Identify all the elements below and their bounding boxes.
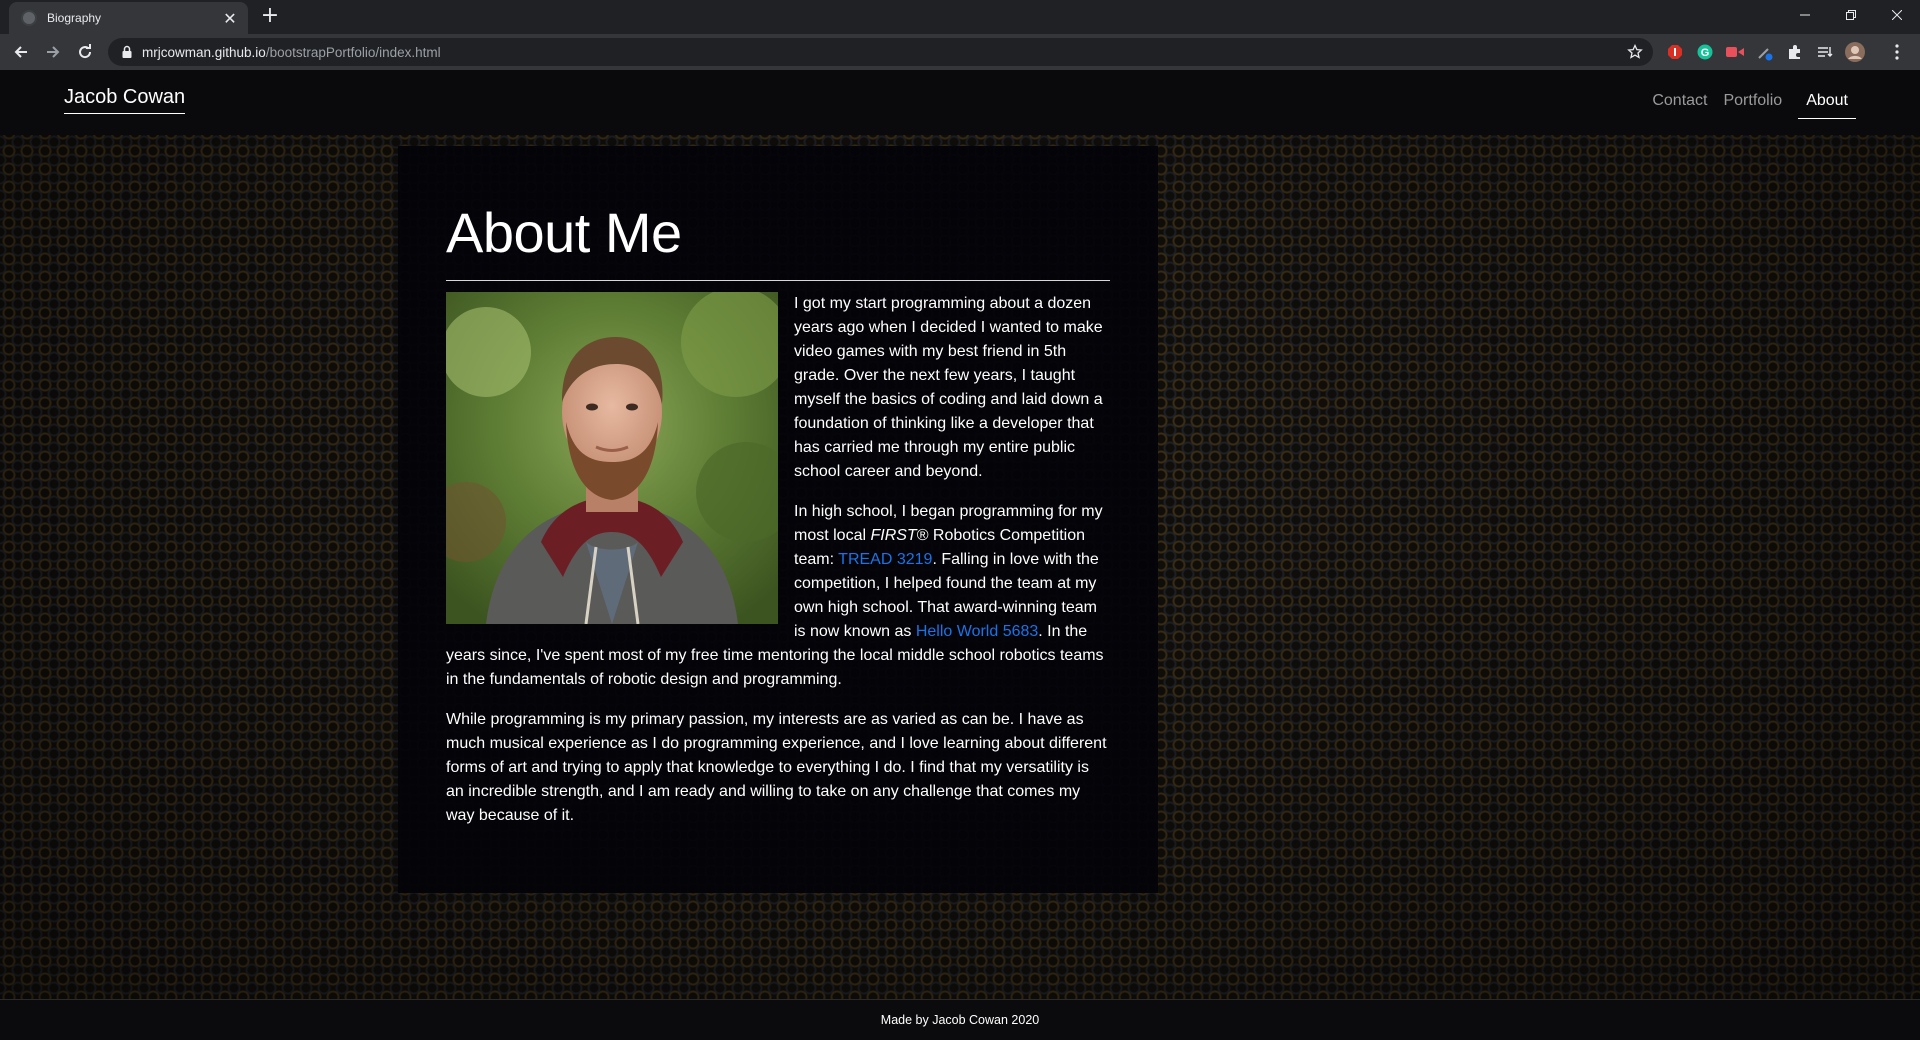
- forward-icon[interactable]: [40, 39, 66, 65]
- browser-tabstrip: Biography ✕ +: [0, 0, 1920, 34]
- about-content: I got my start programming about a dozen…: [446, 292, 1110, 844]
- screen-recorder-extension-icon[interactable]: [1725, 42, 1745, 62]
- bookmark-star-icon[interactable]: [1627, 44, 1643, 60]
- grammarly-extension-icon[interactable]: G: [1695, 42, 1715, 62]
- svg-text:G: G: [1701, 47, 1710, 59]
- nav-link-contact[interactable]: Contact: [1652, 92, 1707, 119]
- close-window-icon[interactable]: [1874, 0, 1920, 30]
- restore-icon[interactable]: [1828, 0, 1874, 30]
- adblock-extension-icon[interactable]: [1665, 42, 1685, 62]
- extensions-puzzle-icon[interactable]: [1785, 42, 1805, 62]
- site-brand[interactable]: Jacob Cowan: [64, 86, 186, 114]
- address-bar[interactable]: mrjcowman.github.io/bootstrapPortfolio/i…: [108, 38, 1653, 66]
- reading-list-icon[interactable]: [1815, 42, 1835, 62]
- lock-icon: [122, 45, 132, 58]
- eyedropper-extension-icon[interactable]: [1755, 42, 1775, 62]
- page-title: About Me: [446, 201, 682, 264]
- nav-link-portfolio[interactable]: Portfolio: [1723, 92, 1782, 119]
- browser-toolbar: mrjcowman.github.io/bootstrapPortfolio/i…: [0, 34, 1920, 70]
- title-divider: [446, 280, 1110, 281]
- nav-link-about[interactable]: About: [1798, 92, 1856, 119]
- new-tab-icon[interactable]: +: [258, 5, 282, 29]
- back-icon[interactable]: [8, 39, 34, 65]
- url-text: mrjcowman.github.io/bootstrapPortfolio/i…: [142, 44, 441, 60]
- page-viewport: Jacob Cowan Contact Portfolio About Abou…: [0, 70, 1920, 1040]
- tab-title: Biography: [47, 11, 102, 25]
- site-navbar: Jacob Cowan Contact Portfolio About: [0, 70, 1920, 135]
- browser-tab[interactable]: Biography ✕: [9, 2, 248, 34]
- close-tab-icon[interactable]: ✕: [220, 8, 240, 28]
- browser-menu-icon[interactable]: [1887, 42, 1907, 62]
- nav-links: Contact Portfolio About: [1652, 92, 1856, 119]
- about-card: About Me I got my start programming abou…: [398, 146, 1158, 893]
- minimize-icon[interactable]: [1782, 0, 1828, 30]
- tread-3219-link[interactable]: TREAD 3219: [838, 551, 932, 568]
- site-footer: Made by Jacob Cowan 2020: [0, 999, 1920, 1040]
- profile-avatar-icon[interactable]: [1845, 42, 1865, 62]
- about-paragraph-3: While programming is my primary passion,…: [446, 711, 1107, 824]
- reload-icon[interactable]: [72, 39, 98, 65]
- hello-world-5683-link[interactable]: Hello World 5683: [916, 623, 1038, 640]
- footer-text: Made by Jacob Cowan 2020: [880, 1013, 1040, 1027]
- profile-photo: [446, 292, 778, 624]
- globe-icon: [21, 10, 37, 26]
